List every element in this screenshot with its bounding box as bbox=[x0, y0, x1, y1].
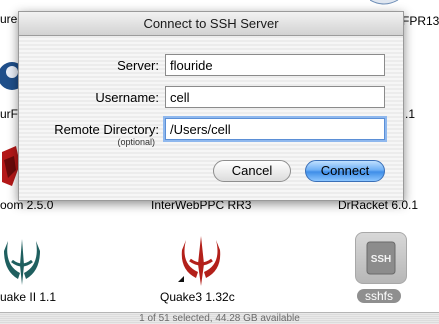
connect-button[interactable]: Connect bbox=[305, 160, 385, 182]
server-label: Server: bbox=[117, 58, 159, 73]
finder-window: ure FPR13 urFc .1 oom 2.5.0 InterWebPPC … bbox=[0, 0, 439, 324]
partial-top-right-icon[interactable] bbox=[370, 0, 400, 8]
status-bar: 1 of 51 selected, 44.28 GB available bbox=[0, 312, 439, 324]
cancel-button[interactable]: Cancel bbox=[213, 160, 291, 182]
connect-ssh-dialog: Connect to SSH Server Server: Username: … bbox=[18, 11, 404, 201]
server-input[interactable] bbox=[165, 54, 385, 76]
username-input[interactable] bbox=[165, 86, 385, 108]
dialog-title: Connect to SSH Server bbox=[19, 12, 403, 36]
remote-directory-input[interactable] bbox=[165, 118, 385, 140]
icon-label-quake2[interactable]: uake II 1.1 bbox=[0, 290, 56, 304]
icon-label-sshfs[interactable]: sshfs bbox=[357, 289, 402, 303]
username-row: Username: bbox=[19, 86, 405, 110]
remote-directory-row: Remote Directory: (optional) bbox=[19, 118, 405, 147]
sshfs-drive-glyph: SSH bbox=[366, 241, 396, 275]
remote-directory-optional-label: (optional) bbox=[117, 137, 155, 147]
sshfs-item[interactable]: SSH bbox=[352, 232, 410, 284]
quake-logo-icon[interactable] bbox=[2, 235, 42, 287]
sshfs-icon-text: SSH bbox=[371, 254, 392, 265]
partial-label-mid-right[interactable]: .1 bbox=[405, 107, 415, 121]
icon-label-quake3[interactable]: Quake3 1.32c bbox=[160, 290, 235, 304]
server-row: Server: bbox=[19, 54, 405, 78]
quake3-logo-icon[interactable] bbox=[178, 234, 224, 288]
partial-label-top-right[interactable]: FPR13 bbox=[402, 14, 439, 28]
sshfs-drive-icon[interactable]: SSH bbox=[355, 232, 407, 284]
partial-label-top-left[interactable]: ure bbox=[0, 12, 17, 26]
remote-directory-label: Remote Directory: bbox=[54, 122, 159, 137]
username-label: Username: bbox=[95, 90, 159, 105]
